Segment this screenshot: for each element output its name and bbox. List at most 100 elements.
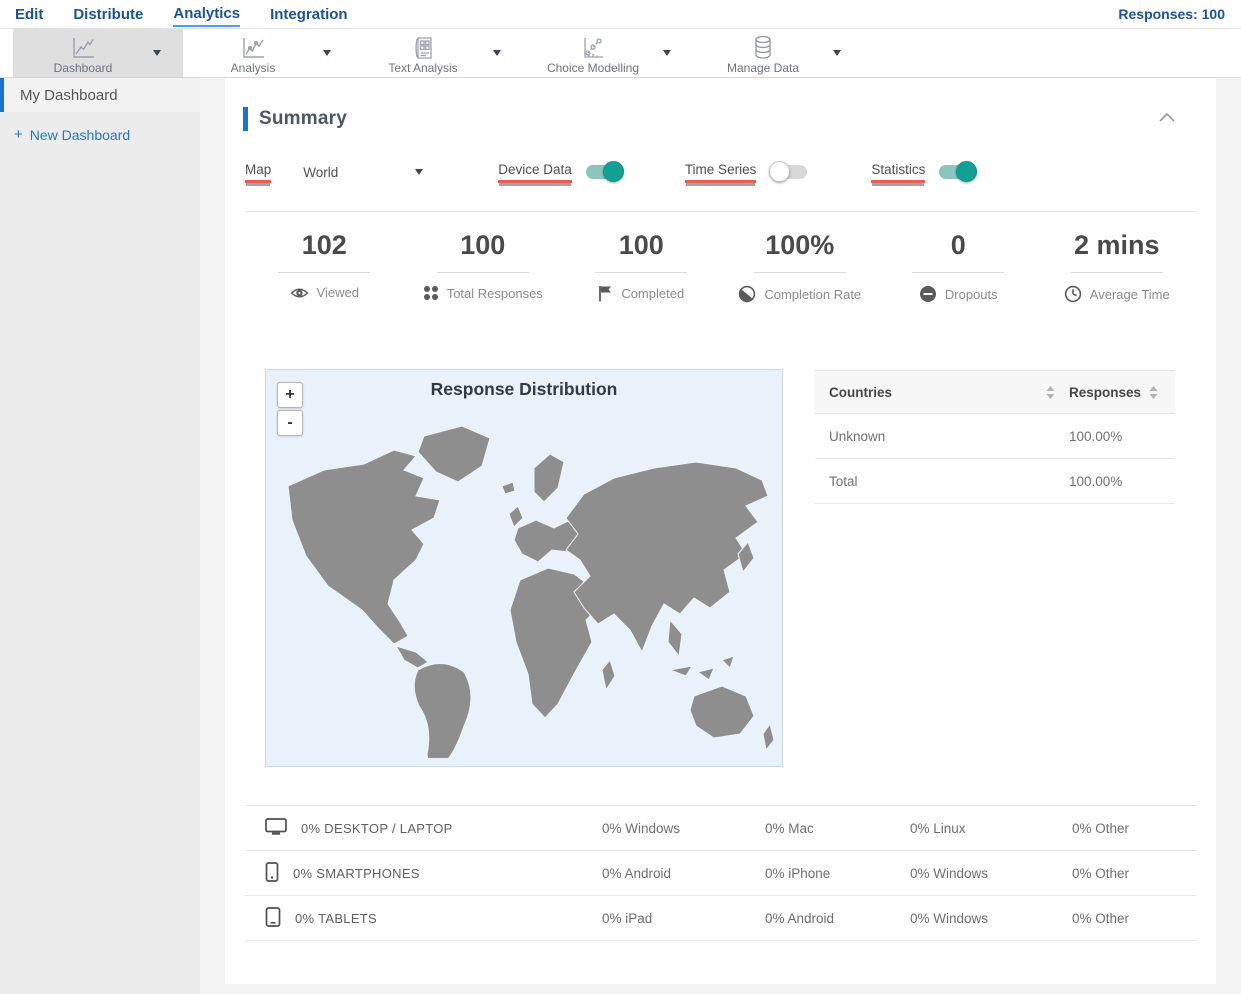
responses-cell: 100.00% (1069, 473, 1123, 489)
toggle-knob (956, 161, 978, 182)
device-data-toggle[interactable] (585, 161, 624, 182)
stat-label: Dropouts (944, 286, 998, 302)
stat-completion-rate: 100% Completion Rate (721, 230, 880, 303)
database-icon (750, 35, 776, 60)
device-row-desktop: 0% DESKTOP / LAPTOP 0% Windows 0% Mac 0%… (245, 806, 1196, 851)
stat-average-time: 2 mins Average Time (1038, 230, 1197, 303)
map-region-value: World (303, 164, 339, 180)
toolbar-item-dashboard[interactable]: Dashboard (13, 29, 183, 77)
toolbar-item-text-analysis[interactable]: Text Analysis (353, 29, 523, 77)
flag-icon (598, 285, 613, 302)
stat-value: 100% (765, 230, 835, 260)
sort-icon[interactable] (1149, 385, 1158, 399)
nav-items: Edit Distribute Analytics Integration (0, 1, 348, 27)
stat-total-responses: 100 Total Responses (404, 230, 563, 303)
minus-circle-icon (919, 285, 937, 303)
nav-analytics[interactable]: Analytics (173, 1, 241, 27)
stats-row: 102 Viewed 100 Total Responses 100 Compl… (245, 230, 1196, 303)
toggle-knob (602, 161, 624, 182)
toggle-knob (769, 161, 791, 182)
countries-column-header[interactable]: Countries (829, 385, 892, 400)
device-label: 0% DESKTOP / LAPTOP (301, 820, 453, 836)
toolbar-item-label: Text Analysis (388, 60, 458, 75)
device-detail: 0% Windows (910, 865, 989, 881)
clock-icon (1064, 285, 1082, 303)
device-detail: 0% Mac (765, 820, 814, 836)
stat-viewed: 102 Viewed (245, 230, 404, 303)
tablet-icon (265, 906, 281, 930)
stat-value: 2 mins (1073, 230, 1160, 260)
chevron-down-icon[interactable] (493, 50, 501, 56)
toolbar-item-analysis[interactable]: Analysis (183, 29, 353, 77)
sidebar-item-my-dashboard[interactable]: My Dashboard (0, 78, 200, 112)
time-series-toggle[interactable] (769, 161, 808, 182)
toolbar-item-manage-data[interactable]: Manage Data (693, 29, 863, 77)
responses-cell: 100.00% (1069, 428, 1123, 444)
device-detail: 0% Linux (910, 820, 966, 836)
new-dashboard-label: New Dashboard (29, 126, 131, 143)
map-label[interactable]: Map (245, 162, 272, 183)
map-region-select[interactable]: World (303, 164, 424, 180)
divider (245, 211, 1196, 212)
country-cell: Unknown (829, 428, 886, 444)
summary-controls: Map World Device Data Time Series Statis… (245, 160, 978, 184)
eye-icon (289, 286, 309, 300)
chevron-down-icon[interactable] (153, 50, 161, 56)
toolbar-item-choice-modelling[interactable]: Choice Modelling (523, 29, 693, 77)
grid-dots-icon (423, 285, 439, 301)
scatter-chart-icon (581, 36, 605, 60)
collapse-chevron-icon[interactable] (1158, 110, 1176, 128)
device-stats: 0% DESKTOP / LAPTOP 0% Windows 0% Mac 0%… (245, 805, 1196, 941)
table-row: Total 100.00% (815, 459, 1175, 504)
map-title: Response Distribution (430, 379, 618, 399)
time-series-label[interactable]: Time Series (684, 162, 757, 183)
stat-value: 0 (950, 230, 966, 260)
analytics-toolbar: Dashboard Analysis Text Analysis Choice … (0, 29, 1241, 78)
map-zoom-in-button[interactable]: + (277, 382, 303, 408)
summary-header: Summary (243, 106, 1191, 132)
chevron-down-icon[interactable] (663, 50, 671, 56)
stat-dropouts: 0 Dropouts (879, 230, 1038, 303)
device-detail: 0% iPhone (765, 865, 831, 881)
stat-label: Completed (621, 286, 685, 301)
summary-panel: Summary Map World Device Data Time Serie… (225, 78, 1216, 984)
device-data-label[interactable]: Device Data (498, 162, 572, 183)
desktop-icon (265, 817, 287, 839)
toolbar-item-label: Manage Data (726, 61, 800, 75)
stat-label: Completion Rate (764, 286, 862, 302)
world-map[interactable] (266, 408, 782, 758)
sidebar: My Dashboard + New Dashboard (0, 78, 200, 994)
stat-label: Total Responses (446, 285, 543, 301)
sort-icon[interactable] (1046, 385, 1055, 399)
chevron-down-icon[interactable] (323, 50, 331, 56)
stat-value: 102 (301, 230, 347, 260)
plus-icon: + (14, 126, 23, 143)
device-label: 0% TABLETS (295, 910, 377, 926)
new-dashboard-button[interactable]: + New Dashboard (14, 126, 200, 143)
stat-label: Average Time (1089, 286, 1170, 302)
country-cell: Total (829, 473, 858, 489)
nav-distribute[interactable]: Distribute (73, 2, 143, 26)
countries-table: Countries Responses Unknown 100.00% Tota… (815, 370, 1175, 504)
toolbar-item-label: Choice Modelling (546, 60, 640, 75)
chevron-down-icon[interactable] (833, 50, 841, 56)
nav-edit[interactable]: Edit (15, 2, 43, 26)
countries-table-header: Countries Responses (815, 370, 1175, 414)
toolbar-item-label: Dashboard (53, 60, 113, 75)
map-panel: Response Distribution + - (265, 369, 783, 767)
device-row-smartphones: 0% SMARTPHONES 0% Android 0% iPhone 0% W… (245, 851, 1196, 896)
device-label: 0% SMARTPHONES (293, 865, 420, 881)
nav-integration[interactable]: Integration (270, 2, 348, 26)
stat-value: 100 (618, 230, 664, 260)
contrast-icon (738, 285, 756, 303)
stat-label: Viewed (316, 285, 359, 300)
responses-column-header[interactable]: Responses (1069, 385, 1141, 400)
stat-completed: 100 Completed (562, 230, 721, 303)
device-detail: 0% Windows (602, 820, 681, 836)
device-detail: 0% Other (1072, 865, 1130, 881)
device-detail: 0% iPad (602, 910, 653, 926)
responses-count: Responses: 100 (1118, 6, 1225, 22)
document-grid-icon (411, 36, 435, 60)
statistics-toggle[interactable] (939, 161, 978, 182)
statistics-label[interactable]: Statistics (871, 162, 926, 183)
